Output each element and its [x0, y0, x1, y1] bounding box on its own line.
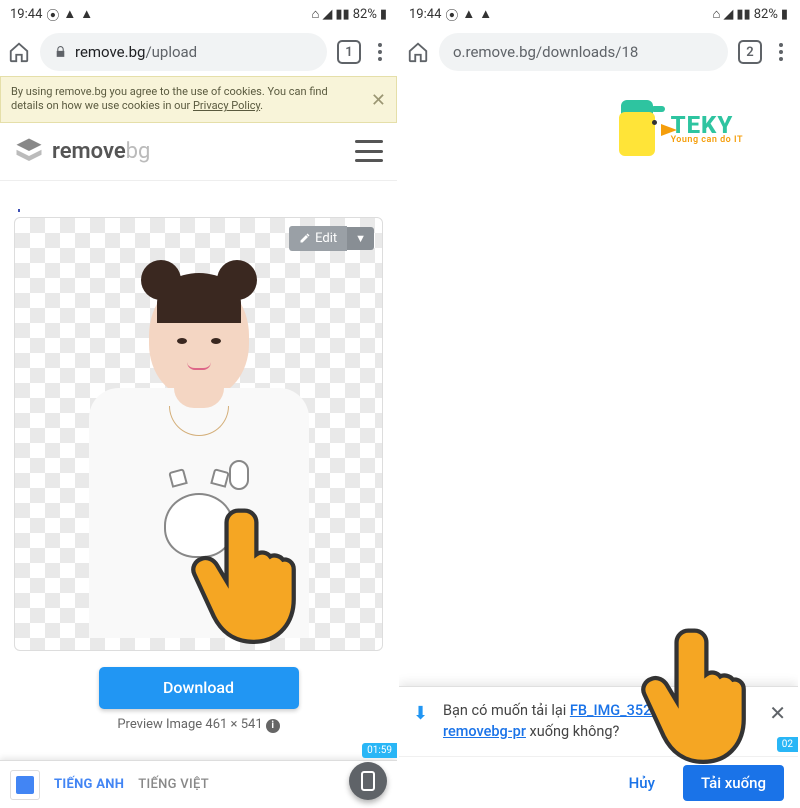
home-icon[interactable] [407, 41, 429, 63]
wifi-icon: ◢ [322, 7, 332, 22]
signal-icon: ▮▮ [335, 7, 349, 22]
wifi-icon: ◢ [723, 7, 733, 22]
url-bar[interactable]: o.remove.bg/downloads/18 [439, 33, 728, 71]
warn-icon: ▲ [80, 6, 93, 22]
tabs-button[interactable]: 1 [337, 40, 361, 64]
cookie-banner: By using remove.bg you agree to the use … [0, 76, 397, 123]
lang-vietnamese[interactable]: TIẾNG VIỆT [138, 777, 209, 792]
url-text: o.remove.bg/downloads/18 [453, 43, 638, 61]
download-button[interactable]: Download [99, 667, 299, 709]
status-time: 19:44 [10, 7, 42, 22]
warn-icon: ▲ [462, 6, 475, 22]
hamburger-icon[interactable] [355, 140, 383, 162]
edit-dropdown[interactable]: ▼ [347, 227, 374, 250]
tab-removed-bg[interactable] [18, 191, 21, 206]
lang-english[interactable]: TIẾNG ANH [54, 777, 124, 792]
preview-size-text: Preview Image 461 × 541i [0, 717, 397, 733]
tabs-row [18, 191, 379, 211]
home-icon[interactable] [8, 41, 30, 63]
screenshot-left: 19:44 ⦿ ▲ ▲ ⌂ ◢ ▮▮ 82% ▮ remove.bg/uploa… [0, 0, 399, 808]
google-translate-icon[interactable] [10, 770, 40, 800]
tabs-button[interactable]: 2 [738, 40, 762, 64]
teky-logo: TEKY Young can do IT [615, 100, 743, 156]
pointer-hand-icon [635, 620, 765, 780]
status-bar: 19:44 ⦿ ▲ ▲ ⌂ ◢ ▮▮ 82% ▮ [399, 0, 798, 28]
lock-icon [54, 45, 67, 59]
bluetooth-icon: ⌂ [713, 6, 721, 22]
menu-icon[interactable] [371, 42, 389, 62]
url-bar[interactable]: remove.bg/upload [40, 33, 327, 71]
teky-bird-icon [615, 100, 665, 156]
phone-icon [361, 771, 375, 791]
bluetooth-icon: ⌂ [312, 6, 320, 22]
url-path: /upload [145, 43, 197, 61]
download-icon: ⬇ [413, 703, 428, 724]
translate-bar: TIẾNG ANH TIẾNG VIỆT [0, 760, 397, 808]
info-icon[interactable]: i [266, 719, 280, 733]
close-icon[interactable]: ✕ [371, 89, 386, 112]
removebg-logo[interactable]: removebg [14, 136, 150, 166]
logo-icon [14, 136, 44, 166]
status-bar: 19:44 ⦿ ▲ ▲ ⌂ ◢ ▮▮ 82% ▮ [0, 0, 397, 28]
rec-icon: ⦿ [46, 5, 59, 24]
url-host: remove.bg [75, 43, 145, 61]
recording-time: 02 [777, 737, 798, 752]
recording-time: 01:59 [362, 743, 397, 758]
app-header: removebg [0, 123, 397, 181]
warn-icon: ▲ [63, 6, 76, 22]
battery-icon: ▮ [380, 7, 387, 22]
status-time: 19:44 [409, 7, 441, 22]
signal-icon: ▮▮ [736, 7, 750, 22]
menu-icon[interactable] [772, 42, 790, 62]
warn-icon: ▲ [479, 6, 492, 22]
teky-slogan: Young can do IT [671, 135, 743, 145]
battery-text: 82% [754, 7, 778, 22]
pointer-hand-icon [185, 500, 315, 660]
browser-toolbar: o.remove.bg/downloads/18 2 [399, 28, 798, 76]
close-icon[interactable]: ✕ [769, 701, 786, 725]
browser-toolbar: remove.bg/upload 1 [0, 28, 397, 76]
battery-icon: ▮ [781, 7, 788, 22]
privacy-link[interactable]: Privacy Policy [193, 99, 260, 112]
rec-icon: ⦿ [445, 5, 458, 24]
battery-text: 82% [353, 7, 377, 22]
reader-fab[interactable] [349, 762, 387, 800]
